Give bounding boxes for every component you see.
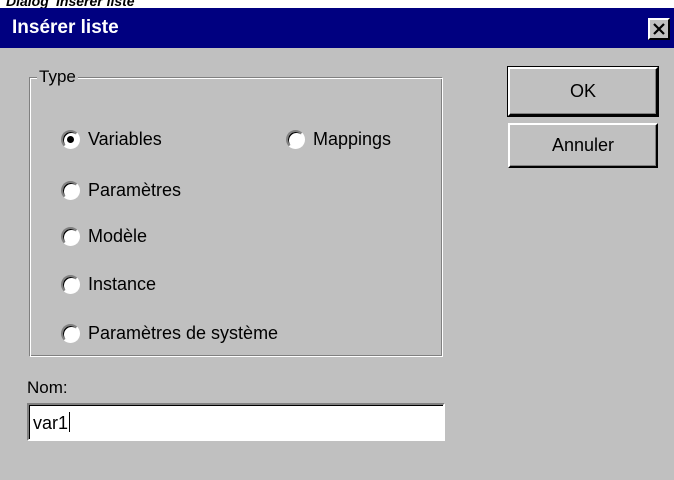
radio-button[interactable] [61, 275, 80, 294]
dialog-title: Insérer liste [12, 17, 119, 38]
radio-button[interactable] [286, 130, 305, 149]
close-icon [653, 23, 665, 35]
radio-label-mappings: Mappings [313, 129, 392, 149]
type-groupbox: Type Variables Mappings Paramètres Modèl… [29, 67, 443, 357]
ok-button[interactable]: OK [507, 66, 659, 117]
ok-button-label: OK [569, 81, 596, 101]
radio-label-instance: Instance [88, 274, 157, 294]
radio-label-variables: Variables [88, 129, 162, 149]
cancel-button[interactable]: Annuler [508, 123, 658, 168]
radio-selected-dot [67, 136, 74, 143]
radio-button[interactable] [61, 324, 80, 343]
radio-label-parametres-systeme: Paramètres de système [88, 323, 279, 343]
radio-button[interactable] [61, 181, 80, 200]
radio-label-modele: Modèle [88, 226, 148, 246]
radio-label-parametres: Paramètres [88, 180, 182, 200]
cancel-button-label: Annuler [551, 135, 615, 155]
name-input-value: var1 [33, 412, 71, 433]
radio-button[interactable] [61, 227, 80, 246]
close-button[interactable] [648, 18, 670, 40]
name-input[interactable]: var1 [27, 403, 445, 441]
radio-button[interactable] [61, 130, 80, 149]
text-caret [69, 412, 71, 432]
title-bar[interactable]: Insérer liste [0, 8, 674, 48]
insert-list-dialog: Insérer liste Type Variables Mappings Pa… [0, 8, 674, 480]
type-group-label: Type [37, 67, 78, 87]
name-label: Nom: [27, 378, 68, 397]
